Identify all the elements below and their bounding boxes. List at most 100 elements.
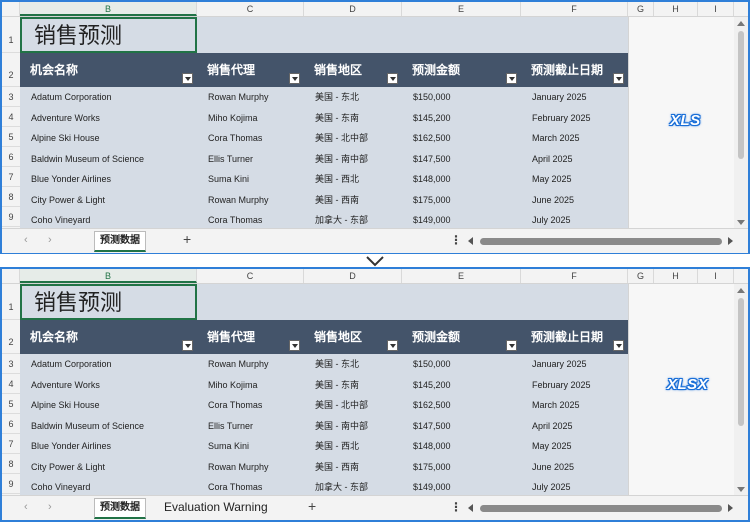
table-cell[interactable]: 美国 - 东南 xyxy=(304,375,402,395)
table-cell[interactable]: Miho Kojima xyxy=(197,375,304,395)
column-header-e[interactable]: E xyxy=(402,2,521,16)
next-sheet-icon[interactable]: › xyxy=(48,501,52,513)
table-cell[interactable]: Adventure Works xyxy=(20,375,197,395)
table-cell[interactable]: City Power & Light xyxy=(20,457,197,477)
table-cell[interactable]: Rowan Murphy xyxy=(197,190,304,210)
scroll-up-icon[interactable] xyxy=(737,21,745,26)
table-cell[interactable]: City Power & Light xyxy=(20,190,197,210)
row-header-9[interactable]: 9 xyxy=(2,207,20,227)
table-cell[interactable]: Rowan Murphy xyxy=(197,87,304,107)
row-header-6[interactable]: 6 xyxy=(2,414,20,434)
table-cell[interactable]: Cora Thomas xyxy=(197,395,304,415)
table-cell[interactable]: $175,000 xyxy=(402,190,521,210)
select-all-corner[interactable] xyxy=(2,2,20,16)
filter-dropdown-icon[interactable] xyxy=(182,340,193,351)
column-header-c[interactable]: C xyxy=(197,269,304,283)
table-cell[interactable]: Blue Yonder Airlines xyxy=(20,169,197,189)
table-cell[interactable]: Adventure Works xyxy=(20,108,197,128)
table-cell[interactable]: Adatum Corporation xyxy=(20,87,197,107)
column-header-h[interactable]: H xyxy=(654,269,698,283)
more-options-icon[interactable]: ⋮ xyxy=(450,233,462,247)
vertical-scroll-thumb[interactable] xyxy=(738,31,744,159)
row-header-6[interactable]: 6 xyxy=(2,147,20,167)
table-cell[interactable]: Rowan Murphy xyxy=(197,457,304,477)
row-header-7[interactable]: 7 xyxy=(2,167,20,187)
column-header-c[interactable]: C xyxy=(197,2,304,16)
filter-dropdown-icon[interactable] xyxy=(506,340,517,351)
horizontal-scroll-thumb[interactable] xyxy=(480,238,722,245)
row-header-5[interactable]: 5 xyxy=(2,127,20,147)
table-cell[interactable]: Ellis Turner xyxy=(197,149,304,169)
table-cell[interactable]: Alpine Ski House xyxy=(20,128,197,148)
select-all-corner[interactable] xyxy=(2,269,20,283)
table-cell[interactable]: April 2025 xyxy=(521,149,628,169)
table-cell[interactable]: Cora Thomas xyxy=(197,210,304,229)
table-cell[interactable]: 美国 - 北中部 xyxy=(304,128,402,148)
row-header-2[interactable]: 2 xyxy=(2,320,20,354)
table-cell[interactable]: Coho Vineyard xyxy=(20,477,197,496)
table-cell[interactable]: 美国 - 东南 xyxy=(304,108,402,128)
table-cell[interactable]: $175,000 xyxy=(402,457,521,477)
row-header-3[interactable]: 3 xyxy=(2,354,20,374)
sheet-grid[interactable]: 销售预测 机会名称 销售代理 销售地区 预测金额 预测截止日期 Adatum Corpora… xyxy=(20,284,628,496)
column-header-g[interactable]: G xyxy=(628,269,654,283)
table-cell[interactable]: $150,000 xyxy=(402,87,521,107)
table-cell[interactable]: Suma Kini xyxy=(197,436,304,456)
sheet-grid[interactable]: 销售预测 机会名称 销售代理 销售地区 预测金额 预测截止日期 Adatum Corpora… xyxy=(20,17,628,229)
column-header-f[interactable]: F xyxy=(521,2,628,16)
table-cell[interactable]: February 2025 xyxy=(521,375,628,395)
filter-dropdown-icon[interactable] xyxy=(613,73,624,84)
table-cell[interactable]: April 2025 xyxy=(521,416,628,436)
table-cell[interactable]: 加拿大 - 东部 xyxy=(304,210,402,229)
table-cell[interactable]: 美国 - 北中部 xyxy=(304,395,402,415)
table-cell[interactable]: 美国 - 西南 xyxy=(304,190,402,210)
table-cell[interactable]: $148,000 xyxy=(402,169,521,189)
table-cell[interactable]: 美国 - 东北 xyxy=(304,87,402,107)
table-cell[interactable]: $162,500 xyxy=(402,395,521,415)
column-header-i[interactable]: I xyxy=(698,269,734,283)
add-sheet-icon[interactable]: + xyxy=(308,498,316,514)
table-cell[interactable]: February 2025 xyxy=(521,108,628,128)
table-cell[interactable]: $147,500 xyxy=(402,149,521,169)
horizontal-scroll-thumb[interactable] xyxy=(480,505,722,512)
table-cell[interactable]: Cora Thomas xyxy=(197,477,304,496)
filter-dropdown-icon[interactable] xyxy=(182,73,193,84)
row-header-2[interactable]: 2 xyxy=(2,53,20,87)
scroll-up-icon[interactable] xyxy=(737,288,745,293)
table-cell[interactable]: $162,500 xyxy=(402,128,521,148)
filter-dropdown-icon[interactable] xyxy=(289,340,300,351)
table-cell[interactable]: Blue Yonder Airlines xyxy=(20,436,197,456)
prev-sheet-icon[interactable]: ‹ xyxy=(24,501,28,513)
table-cell[interactable]: 加拿大 - 东部 xyxy=(304,477,402,496)
table-cell[interactable]: Miho Kojima xyxy=(197,108,304,128)
table-cell[interactable]: $149,000 xyxy=(402,477,521,496)
filter-dropdown-icon[interactable] xyxy=(506,73,517,84)
row-header-8[interactable]: 8 xyxy=(2,187,20,207)
scroll-left-icon[interactable] xyxy=(468,504,473,512)
table-cell[interactable]: May 2025 xyxy=(521,436,628,456)
table-cell[interactable]: Adatum Corporation xyxy=(20,354,197,374)
column-header-b[interactable]: B xyxy=(20,2,197,16)
column-header-d[interactable]: D xyxy=(304,269,402,283)
row-header-5[interactable]: 5 xyxy=(2,394,20,414)
row-header-1[interactable]: 1 xyxy=(2,17,20,53)
row-header-3[interactable]: 3 xyxy=(2,87,20,107)
sheet-title-cell[interactable]: 销售预测 xyxy=(20,17,197,53)
row-header-1[interactable]: 1 xyxy=(2,284,20,320)
sheet-title-cell[interactable]: 销售预测 xyxy=(20,284,197,320)
column-header-d[interactable]: D xyxy=(304,2,402,16)
column-header-e[interactable]: E xyxy=(402,269,521,283)
column-header-f[interactable]: F xyxy=(521,269,628,283)
table-cell[interactable]: Baldwin Museum of Science xyxy=(20,416,197,436)
sheet-tab-forecast-data[interactable]: 预测数据 xyxy=(94,498,146,519)
table-cell[interactable]: March 2025 xyxy=(521,128,628,148)
row-header-4[interactable]: 4 xyxy=(2,374,20,394)
row-header-7[interactable]: 7 xyxy=(2,434,20,454)
row-header-4[interactable]: 4 xyxy=(2,107,20,127)
column-header-b[interactable]: B xyxy=(20,269,197,283)
table-cell[interactable]: May 2025 xyxy=(521,169,628,189)
filter-dropdown-icon[interactable] xyxy=(613,340,624,351)
column-header-h[interactable]: H xyxy=(654,2,698,16)
next-sheet-icon[interactable]: › xyxy=(48,234,52,246)
table-cell[interactable]: July 2025 xyxy=(521,477,628,496)
